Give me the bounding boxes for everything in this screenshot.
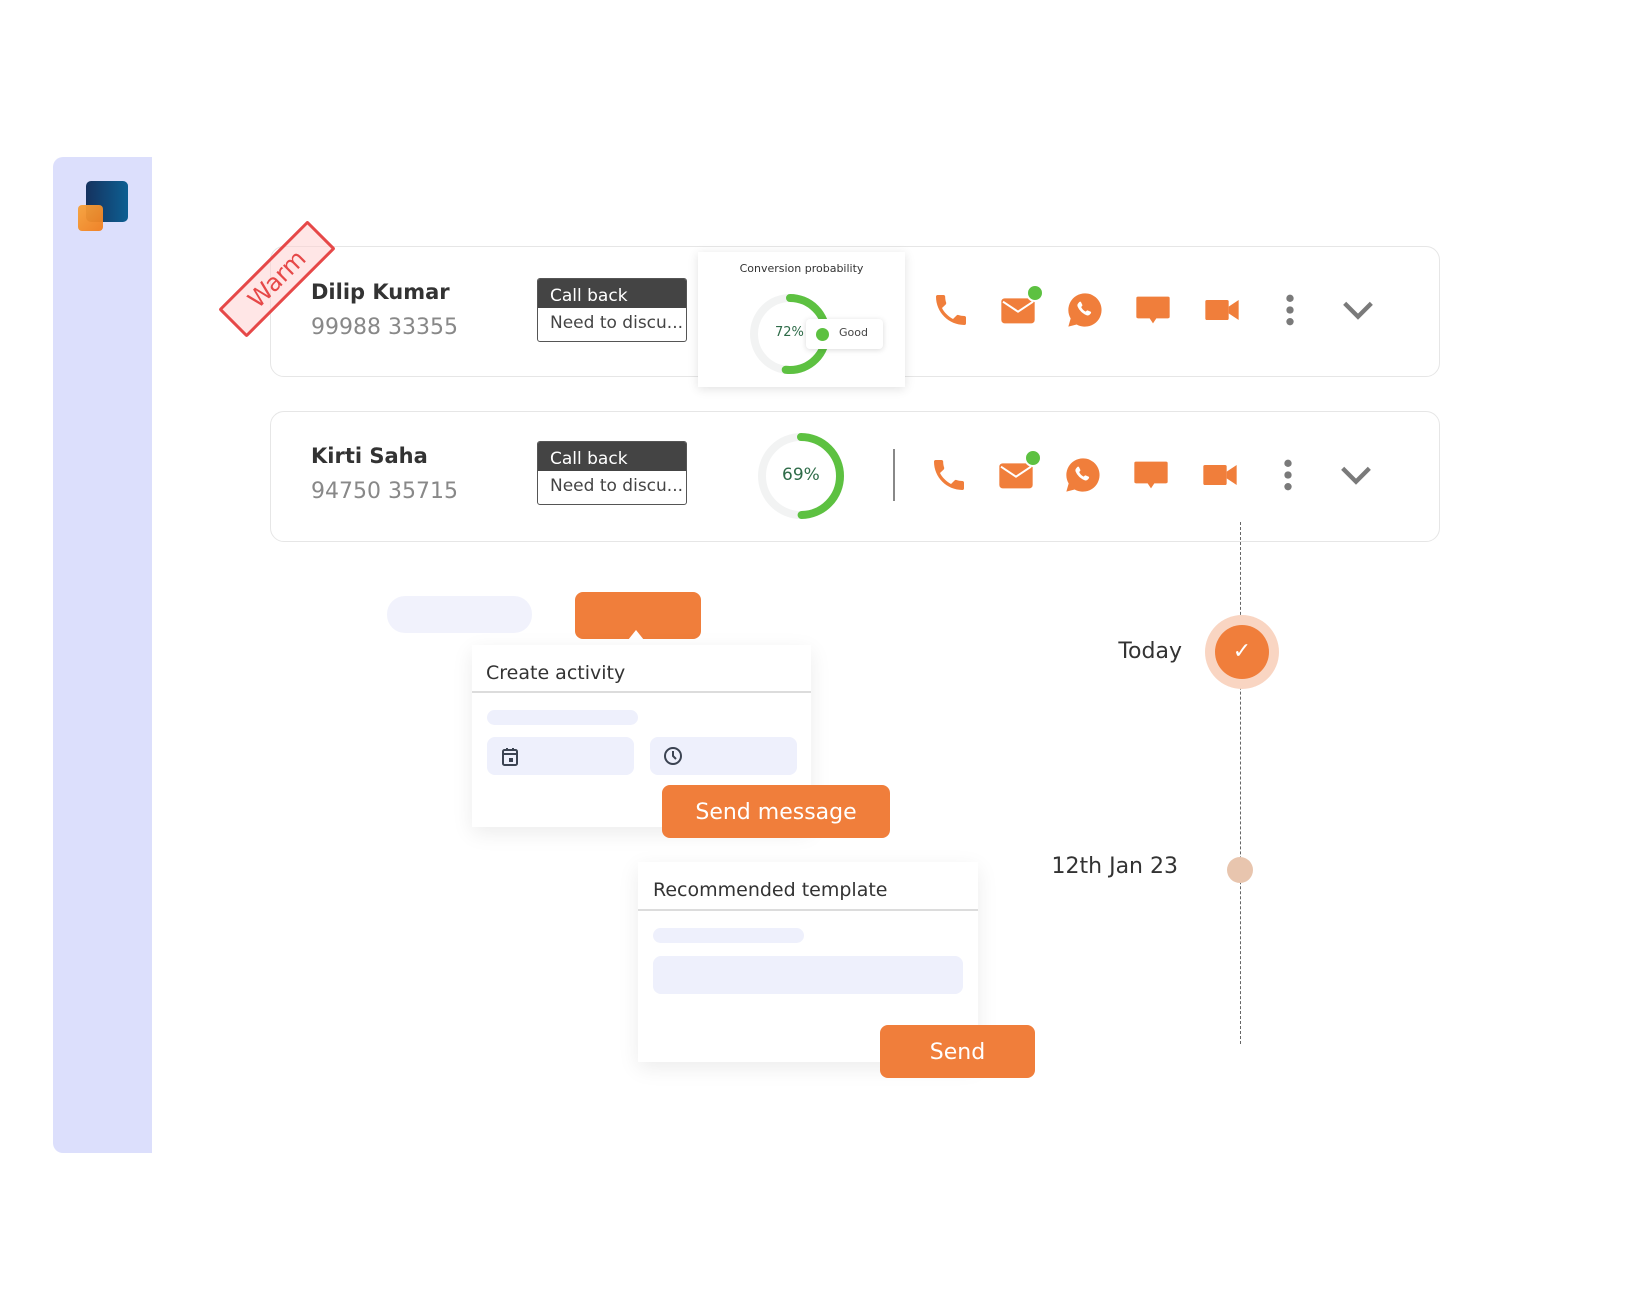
send-button[interactable]: Send	[880, 1025, 1035, 1078]
tab-pointer	[628, 630, 644, 640]
timeline-label: 12th Jan 23	[1051, 854, 1178, 879]
rating-label: Good	[839, 326, 868, 339]
skeleton-line	[487, 710, 638, 725]
whatsapp-icon[interactable]	[1063, 455, 1103, 495]
chat-icon[interactable]	[1131, 455, 1171, 495]
divider	[893, 449, 895, 501]
timeline-line	[1240, 522, 1241, 1044]
more-vertical-icon[interactable]	[1268, 455, 1308, 495]
calendar-icon	[502, 748, 518, 766]
timeline-dot	[1227, 857, 1253, 883]
chat-icon[interactable]	[1133, 290, 1173, 330]
unread-badge	[1024, 449, 1042, 467]
status-note: Need to discu...	[538, 471, 686, 502]
status-note: Need to discu...	[538, 308, 686, 339]
chevron-down-icon[interactable]	[1336, 455, 1376, 495]
timeline-label: Today	[1118, 639, 1182, 664]
phone-icon[interactable]	[931, 290, 971, 330]
more-vertical-icon[interactable]	[1270, 290, 1310, 330]
send-message-button[interactable]: Send message	[662, 785, 890, 838]
panel-title: Create activity	[486, 662, 626, 684]
lead-card[interactable]	[270, 411, 1440, 542]
video-icon[interactable]	[1200, 455, 1240, 495]
status-label: Call back	[538, 279, 686, 308]
time-input[interactable]	[650, 737, 797, 775]
sidebar	[53, 157, 152, 1153]
conversion-title: Conversion probability	[739, 262, 864, 275]
template-preview[interactable]	[653, 956, 963, 994]
check-icon: ✓	[1215, 625, 1269, 679]
rating-dot	[816, 328, 829, 341]
tab-placeholder[interactable]	[387, 596, 532, 633]
lead-name: Dilip Kumar	[311, 280, 450, 304]
panel-title: Recommended template	[653, 879, 888, 901]
conversion-percent: 72%	[775, 325, 804, 340]
chevron-down-icon[interactable]	[1338, 290, 1378, 330]
brand-logo-accent	[78, 205, 103, 231]
phone-icon[interactable]	[929, 455, 969, 495]
lead-status-dropdown[interactable]: Call back Need to discu...	[537, 441, 687, 505]
skeleton-line	[653, 928, 804, 943]
lead-phone: 99988 33355	[311, 315, 458, 340]
panel-divider	[472, 691, 811, 693]
lead-name: Kirti Saha	[311, 444, 428, 468]
video-icon[interactable]	[1202, 290, 1242, 330]
lead-phone: 94750 35715	[311, 479, 458, 504]
lead-status-dropdown[interactable]: Call back Need to discu...	[537, 278, 687, 342]
rating-badge: Good	[806, 319, 883, 349]
status-label: Call back	[538, 442, 686, 471]
panel-divider	[638, 909, 978, 911]
date-input[interactable]	[487, 737, 634, 775]
conversion-percent: 69%	[782, 465, 820, 485]
clock-icon	[664, 747, 682, 765]
whatsapp-icon[interactable]	[1065, 290, 1105, 330]
unread-badge	[1026, 284, 1044, 302]
